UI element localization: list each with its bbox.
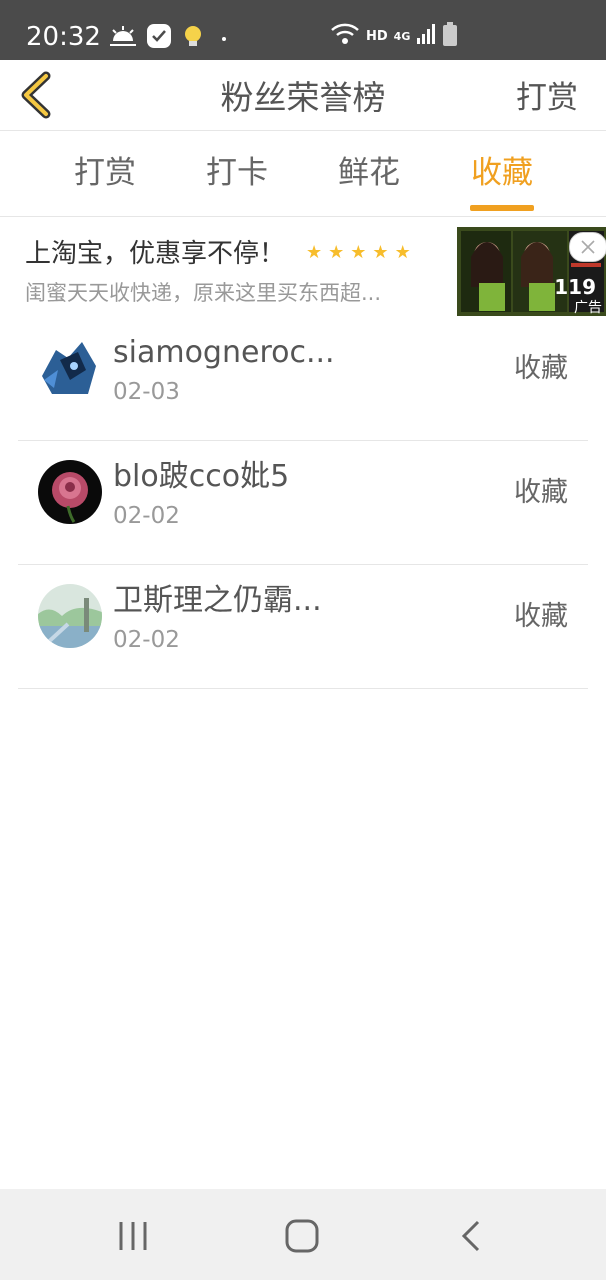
tab-tip[interactable]: 打赏 [60,153,150,193]
app-badge-icon [146,23,172,53]
avatar[interactable] [38,460,102,524]
weather-icon [110,25,136,51]
tab-checkin[interactable]: 打卡 [192,153,282,193]
fan-action: 收藏 [514,353,568,384]
home-button[interactable] [282,1216,322,1256]
avatar-image [38,584,102,648]
back-arrow-icon [461,1220,480,1252]
fan-name: siamogneroc... [113,335,335,370]
system-nav-bar [0,1189,606,1280]
ad-price: 119 [554,275,596,299]
ad-banner[interactable]: 上淘宝，优惠享不停！ 闺蜜天天收快递，原来这里买东西超... 119 广告 [0,217,606,317]
tip-button[interactable]: 打赏 [516,78,578,118]
recent-apps-icon [119,1222,147,1250]
ad-label: 广告 [574,300,602,316]
list-item[interactable]: blo跛cco妣5 02-02 收藏 [18,441,588,565]
star-icon: ★ [328,242,345,263]
tab-favorites[interactable]: 收藏 [457,153,547,193]
tab-flowers[interactable]: 鲜花 [324,153,414,193]
fan-date: 02-02 [113,627,180,653]
network-indicator: 4G [393,29,411,43]
battery-icon [442,21,458,51]
header: 粉丝荣誉榜 打赏 [0,60,606,131]
close-icon [581,240,595,254]
fan-list: siamogneroc... 02-03 收藏 blo跛cco妣5 02-02 … [18,317,588,689]
ad-rating-stars: ★ ★ ★ ★ ★ [306,242,417,263]
active-tab-indicator [470,205,534,211]
star-icon: ★ [394,242,411,263]
bulb-icon [182,24,204,52]
fan-action: 收藏 [514,477,568,508]
ad-description: 闺蜜天天收快递，原来这里买东西超... [25,281,382,305]
status-time: 20:32 [26,22,101,52]
avatar[interactable] [38,336,102,400]
star-icon: ★ [350,242,367,263]
star-icon: ★ [372,242,389,263]
system-back-button[interactable] [452,1216,492,1256]
list-item[interactable]: 卫斯理之仍霸... 02-02 收藏 [18,565,588,689]
list-item[interactable]: siamogneroc... 02-03 收藏 [18,317,588,441]
dot-icon [214,29,228,48]
fan-date: 02-03 [113,379,180,405]
wifi-icon [330,22,360,50]
avatar-image [38,336,102,400]
fan-name: 卫斯理之仍霸... [113,583,322,618]
fan-action: 收藏 [514,601,568,632]
avatar-image [38,460,102,524]
hd-indicator: HD [366,28,388,44]
signal-icon [416,23,436,49]
status-bar: 20:32 HD 4G [0,0,606,60]
fan-date: 02-02 [113,503,180,529]
tab-bar: 打赏 打卡 鲜花 收藏 [0,131,606,217]
fan-name: blo跛cco妣5 [113,459,290,494]
recent-apps-button[interactable] [113,1216,153,1256]
ad-title: 上淘宝，优惠享不停！ [25,239,286,269]
avatar[interactable] [38,584,102,648]
home-icon [285,1219,319,1253]
ad-close-button[interactable] [569,232,606,262]
star-icon: ★ [306,242,323,263]
